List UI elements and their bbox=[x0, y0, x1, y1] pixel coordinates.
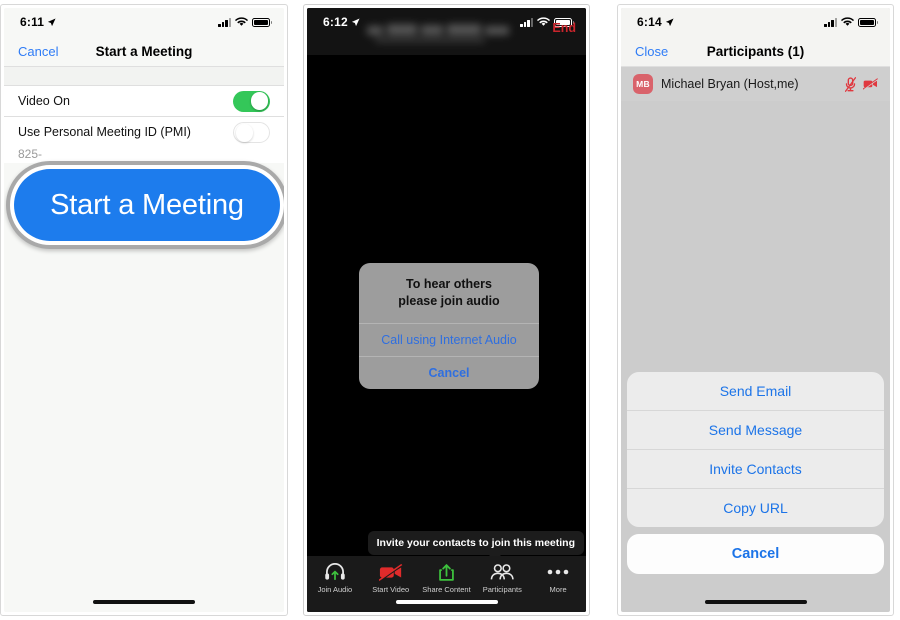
video-off-icon bbox=[863, 78, 878, 90]
status-time: 6:14 bbox=[637, 15, 662, 29]
video-off-icon bbox=[378, 562, 403, 582]
join-audio-alert: To hear others please join audio Call us… bbox=[359, 263, 539, 389]
meeting-video-area: To hear others please join audio Call us… bbox=[307, 83, 586, 612]
toggle-knob bbox=[250, 92, 269, 110]
screen-start-meeting: 6:11 Cancel Start a Meeting Video On Use… bbox=[4, 8, 284, 612]
phone-frame-in-meeting: 6:12 End To hear others please join audi… bbox=[303, 4, 590, 616]
mic-muted-icon bbox=[845, 76, 856, 92]
home-indicator bbox=[93, 600, 195, 604]
wifi-icon bbox=[537, 17, 550, 26]
row-video-on-label: Video On bbox=[18, 94, 70, 108]
screen-in-meeting: 6:12 End To hear others please join audi… bbox=[307, 8, 586, 612]
close-button[interactable]: Close bbox=[635, 44, 668, 59]
toolbar-item-participants[interactable]: Participants bbox=[474, 562, 530, 594]
action-sheet-options: Send Email Send Message Invite Contacts … bbox=[627, 372, 884, 527]
alert-message-line1: To hear others bbox=[406, 277, 492, 291]
navigation-bar: Cancel Start a Meeting bbox=[4, 36, 284, 66]
home-indicator bbox=[704, 600, 807, 604]
toolbar-label: Participants bbox=[482, 585, 522, 594]
toolbar-item-join-audio[interactable]: Join Audio bbox=[307, 562, 363, 594]
toolbar-label: Share Content bbox=[422, 585, 471, 594]
toolbar-item-more[interactable]: More bbox=[530, 562, 586, 594]
status-bar: 6:11 bbox=[4, 8, 284, 36]
location-arrow-icon bbox=[48, 17, 56, 26]
status-bar-right bbox=[824, 17, 879, 27]
headset-icon bbox=[324, 562, 346, 582]
navigation-bar: Close Participants (1) bbox=[621, 36, 890, 66]
redacted-meeting-title bbox=[367, 20, 517, 44]
share-up-icon bbox=[438, 562, 455, 582]
cellular-signal-icon bbox=[218, 17, 231, 27]
invite-contacts-tooltip: Invite your contacts to join this meetin… bbox=[367, 531, 584, 561]
start-a-meeting-button[interactable]: Start a Meeting bbox=[14, 169, 280, 241]
participants-icon bbox=[490, 562, 514, 582]
row-video-on[interactable]: Video On bbox=[4, 86, 284, 116]
status-bar-right bbox=[218, 17, 273, 27]
toolbar-item-start-video[interactable]: Start Video bbox=[363, 562, 419, 594]
call-using-internet-audio-button[interactable]: Call using Internet Audio bbox=[359, 324, 539, 356]
toggle-knob bbox=[235, 124, 254, 142]
cellular-signal-icon bbox=[824, 17, 837, 27]
action-send-email[interactable]: Send Email bbox=[627, 372, 884, 410]
list-top-spacer bbox=[4, 67, 284, 85]
participants-header: 6:14 Close Participants (1) bbox=[621, 8, 890, 67]
location-arrow-icon bbox=[351, 17, 360, 26]
status-bar-left: 6:12 bbox=[323, 15, 360, 29]
avatar: MB bbox=[633, 74, 653, 94]
action-send-message[interactable]: Send Message bbox=[627, 411, 884, 449]
cancel-button[interactable]: Cancel bbox=[18, 44, 58, 59]
participant-status-icons bbox=[845, 76, 878, 92]
end-meeting-button[interactable]: End bbox=[552, 21, 576, 35]
three-phone-screenshot-strip: 6:11 Cancel Start a Meeting Video On Use… bbox=[0, 0, 900, 620]
invite-action-sheet: Send Email Send Message Invite Contacts … bbox=[627, 372, 884, 574]
home-indicator bbox=[395, 600, 498, 604]
participant-name: Michael Bryan (Host,me) bbox=[661, 77, 799, 91]
toolbar-item-share-content[interactable]: Share Content bbox=[419, 562, 475, 594]
status-bar: 6:14 bbox=[621, 8, 890, 36]
phone-frame-participants: 6:14 Close Participants (1) MB Michael B… bbox=[617, 4, 894, 616]
status-bar-left: 6:11 bbox=[20, 15, 56, 29]
participant-list-item[interactable]: MB Michael Bryan (Host,me) bbox=[621, 67, 890, 101]
battery-icon bbox=[252, 17, 273, 27]
status-time: 6:11 bbox=[20, 15, 45, 29]
cellular-signal-icon bbox=[520, 17, 533, 27]
alert-message: To hear others please join audio bbox=[359, 263, 539, 323]
start-meeting-callout: Start a Meeting bbox=[6, 161, 284, 249]
wifi-icon bbox=[841, 17, 854, 26]
meeting-top-bar: 6:12 End bbox=[307, 8, 586, 55]
screen-participants: 6:14 Close Participants (1) MB Michael B… bbox=[621, 8, 890, 612]
toolbar-label: Start Video bbox=[372, 585, 410, 594]
action-invite-contacts[interactable]: Invite Contacts bbox=[627, 450, 884, 488]
wifi-icon bbox=[235, 17, 248, 26]
row-use-pmi[interactable]: Use Personal Meeting ID (PMI) bbox=[4, 117, 284, 147]
alert-message-line2: please join audio bbox=[398, 293, 500, 308]
row-use-pmi-label: Use Personal Meeting ID (PMI) bbox=[18, 125, 191, 139]
use-pmi-toggle[interactable] bbox=[233, 121, 270, 143]
status-time: 6:12 bbox=[323, 15, 348, 29]
video-on-toggle[interactable] bbox=[233, 90, 270, 112]
battery-icon bbox=[858, 17, 879, 27]
phone-frame-start-meeting: 6:11 Cancel Start a Meeting Video On Use… bbox=[0, 4, 288, 616]
location-arrow-icon bbox=[665, 17, 674, 26]
status-bar-left: 6:14 bbox=[637, 15, 674, 29]
more-dots-icon bbox=[547, 562, 569, 582]
alert-cancel-button[interactable]: Cancel bbox=[359, 357, 539, 389]
toolbar-label: Join Audio bbox=[317, 585, 353, 594]
action-sheet-cancel-button[interactable]: Cancel bbox=[627, 534, 884, 574]
toolbar-label: More bbox=[549, 585, 567, 594]
action-copy-url[interactable]: Copy URL bbox=[627, 489, 884, 527]
